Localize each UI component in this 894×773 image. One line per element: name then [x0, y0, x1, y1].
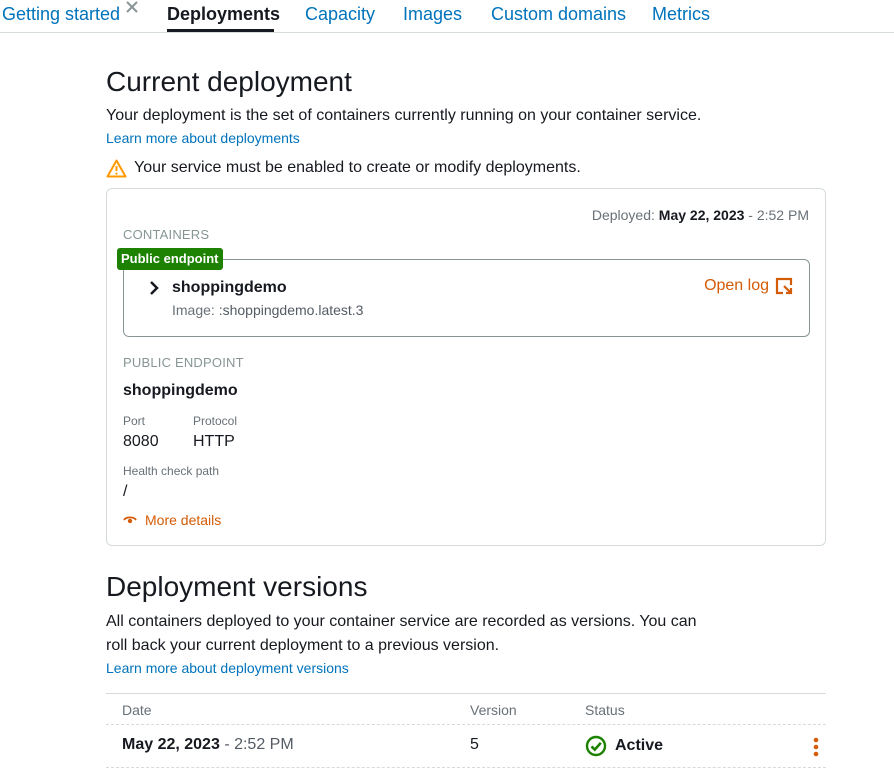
current-deployment-heading: Current deployment	[106, 66, 352, 97]
deployed-time: - 2:52 PM	[748, 207, 809, 223]
container-name: shoppingdemo	[172, 279, 287, 296]
endpoint-name: shoppingdemo	[123, 382, 238, 399]
deployment-versions-heading: Deployment versions	[106, 571, 368, 602]
public-endpoint-badge: Public endpoint	[117, 248, 223, 270]
active-tab-indicator	[167, 29, 274, 32]
deployed-timestamp: Deployed: May 22, 2023 - 2:52 PM	[592, 207, 809, 223]
row-date: May 22, 2023	[122, 736, 220, 753]
warning-message: Your service must be enabled to create o…	[106, 156, 581, 180]
close-icon[interactable]	[124, 0, 140, 16]
row-date-cell: May 22, 2023 - 2:52 PM	[122, 736, 294, 754]
versions-table: Date Version Status May 22, 2023 - 2:52 …	[106, 693, 826, 773]
current-deployment-description: Your deployment is the set of containers…	[106, 107, 702, 124]
container-image: Image: :shoppingdemo.latest.3	[172, 302, 363, 318]
learn-more-versions-link[interactable]: Learn more about deployment versions	[106, 659, 349, 677]
more-details-label: More details	[145, 512, 222, 528]
tab-custom-domains[interactable]: Custom domains	[491, 4, 626, 24]
warning-text: Your service must be enabled to create o…	[134, 159, 581, 176]
row-time: - 2:52 PM	[224, 736, 294, 753]
warning-icon	[106, 159, 127, 177]
chevron-right-icon[interactable]	[148, 280, 160, 296]
protocol-value: HTTP	[193, 433, 235, 450]
open-log-button[interactable]: Open log	[704, 277, 793, 295]
tab-images[interactable]: Images	[403, 4, 462, 24]
learn-more-deployments-link[interactable]: Learn more about deployments	[106, 129, 300, 147]
containers-label: CONTAINERS	[123, 227, 210, 242]
versions-description-line1: All containers deployed to your containe…	[106, 613, 697, 630]
external-log-icon	[775, 277, 793, 295]
row-version: 5	[470, 736, 479, 753]
check-circle-icon	[585, 735, 607, 757]
row-divider	[106, 767, 826, 768]
tab-capacity[interactable]: Capacity	[305, 4, 375, 24]
header-divider	[106, 724, 826, 725]
deployed-date: May 22, 2023	[658, 207, 745, 223]
tab-bar: Getting started Deployments Capacity Ima…	[0, 0, 894, 33]
deployed-label: Deployed:	[591, 207, 655, 223]
column-header-version[interactable]: Version	[470, 702, 517, 718]
more-details-link[interactable]: More details	[123, 512, 221, 528]
row-status-label: Active	[615, 737, 664, 754]
container-item: shoppingdemo Image: :shoppingdemo.latest…	[123, 259, 810, 337]
tab-getting-started[interactable]: Getting started	[2, 4, 120, 24]
column-header-date[interactable]: Date	[122, 702, 152, 718]
port-label: Port	[123, 414, 146, 428]
tab-deployments[interactable]: Deployments	[167, 4, 280, 24]
open-log-label: Open log	[704, 277, 769, 294]
eye-icon	[123, 516, 137, 524]
deployment-card: Deployed: May 22, 2023 - 2:52 PM CONTAIN…	[106, 188, 826, 546]
kebab-menu-icon[interactable]	[812, 737, 820, 757]
image-label: Image:	[172, 302, 215, 318]
health-check-label: Health check path	[123, 464, 220, 478]
image-value: :shoppingdemo.latest.3	[218, 302, 364, 318]
protocol-label: Protocol	[193, 414, 238, 428]
public-endpoint-label: PUBLIC ENDPOINT	[123, 355, 244, 370]
row-status: Active	[585, 735, 663, 757]
port-value: 8080	[123, 433, 159, 450]
health-check-value: /	[123, 483, 128, 500]
tab-metrics[interactable]: Metrics	[652, 4, 710, 24]
versions-description-line2: roll back your current deployment to a p…	[106, 637, 500, 654]
column-header-status[interactable]: Status	[585, 702, 625, 718]
